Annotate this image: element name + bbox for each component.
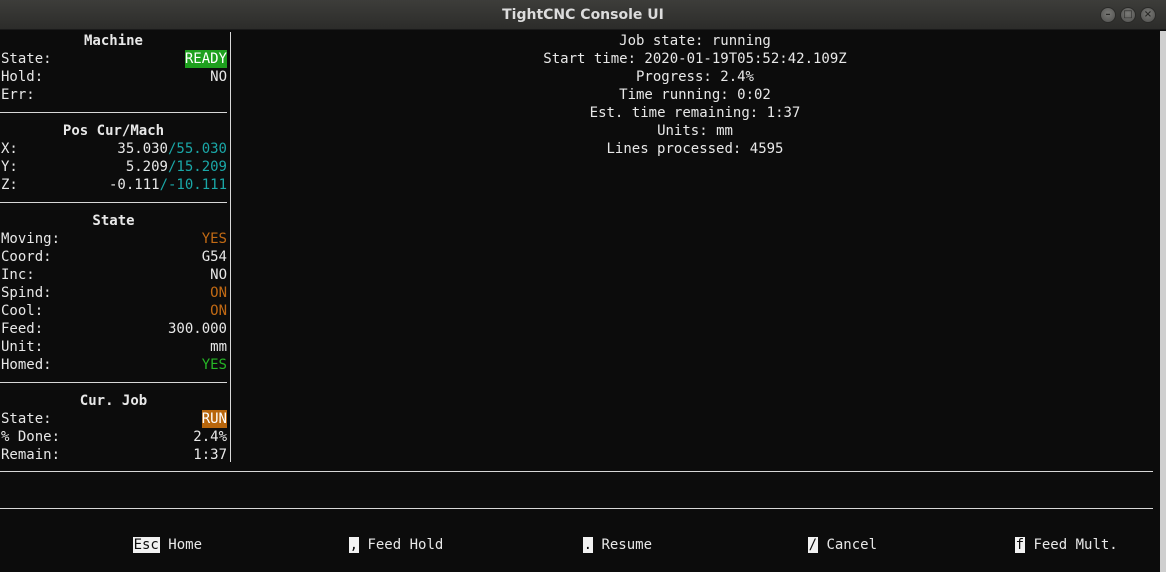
pos-y-machine: /15.209: [167, 159, 227, 175]
pos-row-x: X: 35.030/55.030: [0, 140, 227, 158]
coord-label: Coord:: [1, 249, 52, 265]
machine-hold-row: Hold: NO: [0, 68, 227, 86]
pos-y-current: 5.209: [125, 159, 168, 175]
section-divider: [0, 374, 227, 392]
f-key: f: [1014, 537, 1026, 553]
job-state-label: State:: [1, 411, 52, 427]
slash-key: /: [807, 537, 819, 553]
lines-processed-line: Lines processed: 4595: [606, 141, 784, 157]
time-remaining-line: Est. time remaining: 1:37: [589, 105, 801, 121]
job-remain-label: Remain:: [1, 447, 61, 463]
close-icon: ×: [1143, 9, 1153, 20]
feed-value: 300.000: [167, 321, 227, 337]
machine-state-label: State:: [1, 51, 52, 67]
section-divider: [0, 104, 227, 122]
minimize-icon: –: [1105, 9, 1111, 20]
cancel-key-hint[interactable]: / Cancel: [757, 518, 877, 553]
pos-z-current: -0.111: [108, 177, 160, 193]
state-cool-row: Cool: ON: [0, 302, 227, 320]
machine-section-title: Machine: [83, 33, 143, 49]
feed-label: Feed:: [1, 321, 44, 337]
state-coord-row: Coord: G54: [0, 248, 227, 266]
start-time-line: Start time: 2020-01-19T05:52:42.109Z: [543, 51, 847, 67]
job-remain-value: 1:37: [193, 447, 227, 463]
resume-hint-label: Resume: [593, 537, 653, 553]
spind-value: ON: [210, 285, 227, 301]
cool-value: ON: [210, 303, 227, 319]
console-bottom-separator: [0, 508, 1153, 509]
feed-hold-hint-label: Feed Hold: [359, 537, 444, 553]
job-info-panel: Job state: running Start time: 2020-01-1…: [231, 32, 1159, 158]
resume-key-hint[interactable]: . Resume: [532, 518, 652, 553]
state-section-title: State: [92, 213, 135, 229]
pos-x-label: X:: [1, 141, 18, 157]
job-state-line: Job state: running: [619, 33, 771, 49]
coord-value: G54: [201, 249, 227, 265]
home-hint-label: Home: [159, 537, 203, 553]
pos-section-title: Pos Cur/Mach: [62, 123, 165, 139]
moving-value: YES: [201, 231, 227, 247]
comma-key: ,: [348, 537, 360, 553]
machine-err-row: Err:: [0, 86, 227, 104]
scrollbar[interactable]: [1160, 31, 1166, 572]
console-top-separator: [0, 471, 1153, 472]
home-key-hint[interactable]: Esc Home: [82, 518, 202, 553]
pos-x-current: 35.030: [117, 141, 168, 157]
unit-label: Unit:: [1, 339, 44, 355]
moving-label: Moving:: [1, 231, 61, 247]
pos-row-z: Z: -0.111/-10.111: [0, 176, 227, 194]
section-divider: [0, 194, 227, 212]
state-homed-row: Homed: YES: [0, 356, 227, 374]
job-section-title: Cur. Job: [79, 393, 148, 409]
progress-line: Progress: 2.4%: [635, 69, 754, 85]
window-title: TightCNC Console UI: [502, 6, 664, 23]
pos-z-machine: /-10.111: [159, 177, 227, 193]
close-button[interactable]: ×: [1140, 7, 1156, 23]
unit-value: mm: [210, 339, 227, 355]
state-feed-row: Feed: 300.000: [0, 320, 227, 338]
feed-hold-key-hint[interactable]: , Feed Hold: [298, 518, 443, 553]
period-key: .: [582, 537, 594, 553]
state-moving-row: Moving: YES: [0, 230, 227, 248]
inc-label: Inc:: [1, 267, 35, 283]
machine-hold-value: NO: [210, 69, 227, 85]
terminal-window: TightCNC Console UI – □ × Machine State:…: [0, 0, 1166, 572]
maximize-icon: □: [1123, 9, 1133, 20]
feed-mult-key-hint[interactable]: f Feed Mult.: [964, 518, 1118, 553]
homed-label: Homed:: [1, 357, 52, 373]
job-done-label: % Done:: [1, 429, 61, 445]
status-sidebar: Machine State: READY Hold: NO Err: Pos C…: [0, 32, 230, 464]
cancel-hint-label: Cancel: [818, 537, 878, 553]
job-state-value: RUN: [201, 410, 227, 428]
esc-key: Esc: [132, 537, 160, 553]
machine-hold-label: Hold:: [1, 69, 44, 85]
inc-value: NO: [210, 267, 227, 283]
title-bar: TightCNC Console UI – □ ×: [0, 0, 1166, 30]
job-done-value: 2.4%: [193, 429, 227, 445]
job-remain-row: Remain: 1:37: [0, 446, 227, 464]
pos-y-label: Y:: [1, 159, 18, 175]
spind-label: Spind:: [1, 285, 52, 301]
time-running-line: Time running: 0:02: [619, 87, 771, 103]
units-line: Units: mm: [657, 123, 733, 139]
pos-row-y: Y: 5.209/15.209: [0, 158, 227, 176]
key-hint-bar: Esc Home , Feed Hold . Resume / Cancel f…: [0, 518, 1153, 553]
cool-label: Cool:: [1, 303, 44, 319]
pos-x-machine: /55.030: [167, 141, 227, 157]
pos-z-label: Z:: [1, 177, 18, 193]
job-done-row: % Done: 2.4%: [0, 428, 227, 446]
minimize-button[interactable]: –: [1100, 7, 1116, 23]
maximize-button[interactable]: □: [1120, 7, 1136, 23]
feed-mult-hint-label: Feed Mult.: [1025, 537, 1118, 553]
state-spind-row: Spind: ON: [0, 284, 227, 302]
machine-state-row: State: READY: [0, 50, 227, 68]
job-state-row: State: RUN: [0, 410, 227, 428]
machine-err-label: Err:: [1, 87, 35, 103]
state-inc-row: Inc: NO: [0, 266, 227, 284]
machine-state-value: READY: [184, 50, 227, 68]
homed-value: YES: [201, 357, 227, 373]
window-controls: – □ ×: [1100, 7, 1156, 23]
state-unit-row: Unit: mm: [0, 338, 227, 356]
